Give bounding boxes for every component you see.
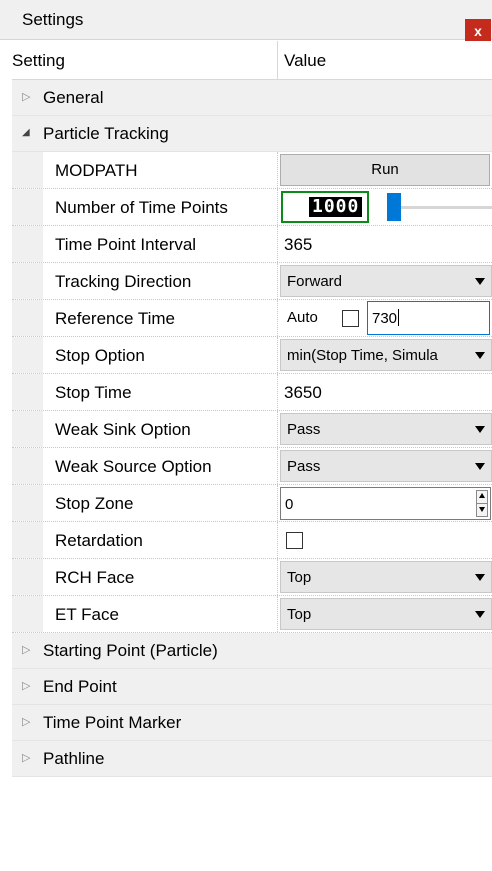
value-column-header[interactable]: Value bbox=[284, 51, 326, 71]
triangle-right-icon[interactable]: ▷ bbox=[22, 90, 30, 103]
row-tracking-direction: Tracking Direction Forward bbox=[12, 263, 492, 300]
chevron-down-icon bbox=[475, 611, 485, 618]
column-divider[interactable] bbox=[277, 41, 278, 79]
run-button[interactable]: Run bbox=[280, 154, 490, 186]
row-modpath: MODPATH Run bbox=[12, 152, 492, 189]
stop-option-select[interactable]: min(Stop Time, Simula bbox=[280, 339, 492, 371]
property-grid: Setting Value ▷ General ◢ Particle Track… bbox=[12, 41, 492, 777]
tracking-direction-select[interactable]: Forward bbox=[280, 265, 492, 297]
time-points-value: 1000 bbox=[309, 197, 363, 217]
category-label: Starting Point (Particle) bbox=[43, 641, 218, 660]
category-starting-point[interactable]: ▷ Starting Point (Particle) bbox=[12, 633, 492, 669]
row-rch-face: RCH Face Top bbox=[12, 559, 492, 596]
weak-sink-select[interactable]: Pass bbox=[280, 413, 492, 445]
setting-column-header[interactable]: Setting bbox=[12, 51, 65, 71]
title-bar: Settings x bbox=[0, 0, 492, 46]
et-face-select[interactable]: Top bbox=[280, 598, 492, 630]
category-pathline[interactable]: ▷ Pathline bbox=[12, 741, 492, 777]
triangle-right-icon[interactable]: ▷ bbox=[22, 715, 30, 728]
chevron-down-icon bbox=[475, 463, 485, 470]
chevron-down-icon bbox=[475, 352, 485, 359]
row-time-point-interval: Time Point Interval 365 bbox=[12, 226, 492, 263]
category-label: Time Point Marker bbox=[43, 713, 182, 732]
row-stop-time: Stop Time 3650 bbox=[12, 374, 492, 411]
chevron-down-icon bbox=[475, 278, 485, 285]
row-et-face: ET Face Top bbox=[12, 596, 492, 633]
rch-face-select[interactable]: Top bbox=[280, 561, 492, 593]
grid-header: Setting Value bbox=[12, 41, 492, 80]
setting-name: MODPATH bbox=[55, 161, 138, 180]
setting-name: Retardation bbox=[55, 531, 143, 550]
triangle-right-icon[interactable]: ▷ bbox=[22, 751, 30, 764]
auto-checkbox[interactable] bbox=[342, 310, 359, 327]
row-retardation: Retardation bbox=[12, 522, 492, 559]
setting-name: Reference Time bbox=[55, 309, 175, 328]
row-weak-sink-option: Weak Sink Option Pass bbox=[12, 411, 492, 448]
time-point-interval-value[interactable]: 365 bbox=[284, 235, 312, 255]
row-reference-time: Reference Time Auto 730 bbox=[12, 300, 492, 337]
close-icon: x bbox=[474, 23, 482, 39]
category-end-point[interactable]: ▷ End Point bbox=[12, 669, 492, 705]
setting-name: Tracking Direction bbox=[55, 272, 192, 291]
setting-name: RCH Face bbox=[55, 568, 135, 587]
setting-name: Time Point Interval bbox=[55, 235, 197, 254]
slider-track[interactable] bbox=[401, 206, 492, 209]
row-stop-option: Stop Option min(Stop Time, Simula bbox=[12, 337, 492, 374]
arrow-down-icon[interactable] bbox=[479, 507, 485, 512]
triangle-right-icon[interactable]: ▷ bbox=[22, 679, 30, 692]
category-label: Pathline bbox=[43, 749, 105, 768]
category-label: General bbox=[43, 88, 104, 107]
category-label: Particle Tracking bbox=[43, 124, 169, 143]
setting-name: Number of Time Points bbox=[55, 198, 228, 217]
category-general[interactable]: ▷ General bbox=[12, 80, 492, 116]
retardation-checkbox[interactable] bbox=[286, 532, 303, 549]
chevron-down-icon bbox=[475, 426, 485, 433]
setting-name: Stop Zone bbox=[55, 494, 134, 513]
stop-time-value[interactable]: 3650 bbox=[284, 383, 322, 403]
setting-name: Weak Source Option bbox=[55, 457, 212, 476]
weak-source-select[interactable]: Pass bbox=[280, 450, 492, 482]
slider-thumb[interactable] bbox=[387, 193, 401, 221]
stop-zone-stepper[interactable]: 0 bbox=[280, 487, 491, 520]
category-particle-tracking[interactable]: ◢ Particle Tracking bbox=[12, 116, 492, 152]
triangle-down-icon[interactable]: ◢ bbox=[22, 127, 30, 138]
chevron-down-icon bbox=[475, 574, 485, 581]
category-time-point-marker[interactable]: ▷ Time Point Marker bbox=[12, 705, 492, 741]
arrow-up-icon[interactable] bbox=[479, 493, 485, 498]
time-points-display[interactable]: 1000 bbox=[281, 191, 369, 223]
stepper-buttons[interactable] bbox=[476, 490, 488, 517]
row-weak-source-option: Weak Source Option Pass bbox=[12, 448, 492, 485]
setting-name: Stop Option bbox=[55, 346, 145, 365]
setting-name: Stop Time bbox=[55, 383, 132, 402]
window-title: Settings bbox=[22, 10, 84, 29]
reference-time-input[interactable]: 730 bbox=[367, 301, 490, 335]
category-label: End Point bbox=[43, 677, 117, 696]
row-number-of-time-points: Number of Time Points 1000 bbox=[12, 189, 492, 226]
triangle-right-icon[interactable]: ▷ bbox=[22, 643, 30, 656]
auto-label: Auto bbox=[287, 309, 318, 326]
row-stop-zone: Stop Zone 0 bbox=[12, 485, 492, 522]
setting-name: ET Face bbox=[55, 605, 119, 624]
setting-name: Weak Sink Option bbox=[55, 420, 191, 439]
